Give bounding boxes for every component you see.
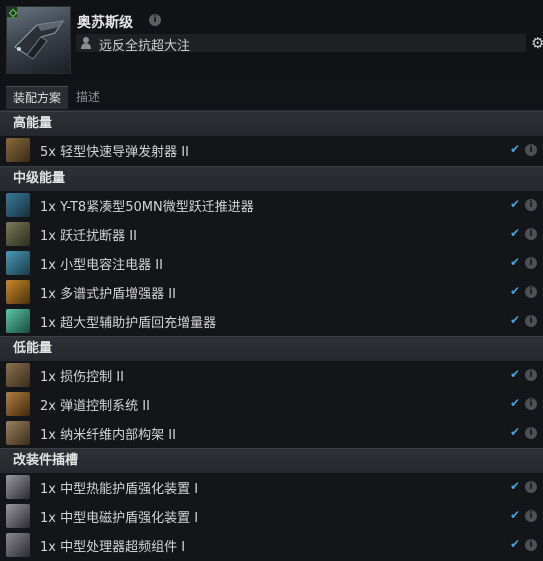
section-high-slots[interactable]: 高能量 [0,111,543,136]
tab-fitting[interactable]: 装配方案 [6,86,68,109]
damage-control-icon [6,363,30,387]
section-rig-slots[interactable]: 改装件插槽 [0,448,543,473]
module-label: 1x 损伤控制 II [40,370,124,385]
module-row[interactable]: 1x 损伤控制 II ✔ i [0,361,543,390]
info-icon[interactable]: i [525,369,537,381]
section-title: 中级能量 [13,171,66,186]
module-row[interactable]: 1x 纳米纤维内部构架 II ✔ i [0,419,543,448]
module-label: 1x 中型热能护盾强化装置 I [40,482,199,497]
module-label: 1x 纳米纤维内部构架 II [40,428,176,443]
user-icon [80,37,92,49]
module-row[interactable]: 1x Y-T8紧凑型50MN微型跃迁推进器 ✔ i [0,191,543,220]
info-icon[interactable]: i [525,228,537,240]
shield-booster-icon [6,309,30,333]
info-icon[interactable]: i [525,427,537,439]
tab-bar: 装配方案 描述 [0,84,543,111]
cap-injector-icon [6,251,30,275]
check-icon: ✔ [510,255,521,269]
rig-icon [6,475,30,499]
module-label: 1x 多谱式护盾增强器 II [40,287,176,302]
check-icon: ✔ [510,142,521,156]
section-mid-slots[interactable]: 中级能量 [0,166,543,191]
section-title: 低能量 [13,341,53,356]
module-row[interactable]: 2x 弹道控制系统 II ✔ i [0,390,543,419]
rig-icon [6,533,30,557]
module-row[interactable]: 1x 多谱式护盾增强器 II ✔ i [0,278,543,307]
info-icon[interactable]: i [525,539,537,551]
module-label: 1x Y-T8紧凑型50MN微型跃迁推进器 [40,200,254,215]
info-icon[interactable]: i [525,199,537,211]
check-icon: ✔ [510,313,521,327]
check-icon: ✔ [510,197,521,211]
fitting-name-field[interactable]: 远反全抗超大注 [76,34,526,54]
info-icon[interactable]: i [525,286,537,298]
module-row[interactable]: 1x 跃迁扰断器 II ✔ i [0,220,543,249]
ballistic-control-icon [6,392,30,416]
ship-info-icon[interactable]: i [149,14,161,26]
check-icon: ✔ [510,479,521,493]
module-label: 5x 轻型快速导弹发射器 II [40,145,189,160]
check-icon: ✔ [510,537,521,551]
ship-render-image[interactable] [6,6,71,74]
section-low-slots[interactable]: 低能量 [0,336,543,361]
check-icon: ✔ [510,226,521,240]
info-icon[interactable]: i [525,257,537,269]
warp-disruptor-icon [6,222,30,246]
info-icon[interactable]: i [525,315,537,327]
info-icon[interactable]: i [525,481,537,493]
check-icon: ✔ [510,425,521,439]
tab-description[interactable]: 描述 [72,86,104,108]
module-row[interactable]: 5x 轻型快速导弹发射器 II ✔ i [0,136,543,165]
check-icon: ✔ [510,396,521,410]
nanofiber-icon [6,421,30,445]
settings-gear-icon[interactable]: ⚙ [531,34,543,52]
ship-name: 奥苏斯级 [77,15,133,31]
module-row[interactable]: 1x 超大型辅助护盾回充增量器 ✔ i [0,307,543,336]
info-icon[interactable]: i [525,144,537,156]
module-row[interactable]: 1x 小型电容注电器 II ✔ i [0,249,543,278]
module-row[interactable]: 1x 中型电磁护盾强化装置 I ✔ i [0,502,543,531]
module-label: 1x 中型电磁护盾强化装置 I [40,511,199,526]
shield-hardener-icon [6,280,30,304]
fitting-name: 远反全抗超大注 [99,39,191,54]
check-icon: ✔ [510,508,521,522]
module-row[interactable]: 1x 中型热能护盾强化装置 I ✔ i [0,473,543,502]
module-row[interactable]: 1x 中型处理器超频组件 I ✔ i [0,531,543,560]
ship-header: 奥苏斯级 i 远反全抗超大注 ⚙ [0,0,543,80]
module-label: 1x 跃迁扰断器 II [40,229,137,244]
module-label: 1x 超大型辅助护盾回充增量器 [40,316,217,331]
module-label: 2x 弹道控制系统 II [40,399,150,414]
section-title: 改装件插槽 [13,453,79,468]
module-label: 1x 中型处理器超频组件 I [40,540,186,555]
fitting-badge-icon [7,7,18,18]
module-label: 1x 小型电容注电器 II [40,258,163,273]
rig-icon [6,504,30,528]
section-title: 高能量 [13,116,53,131]
launcher-icon [6,138,30,162]
microwarpdrive-icon [6,193,30,217]
check-icon: ✔ [510,367,521,381]
info-icon[interactable]: i [525,510,537,522]
info-icon[interactable]: i [525,398,537,410]
check-icon: ✔ [510,284,521,298]
